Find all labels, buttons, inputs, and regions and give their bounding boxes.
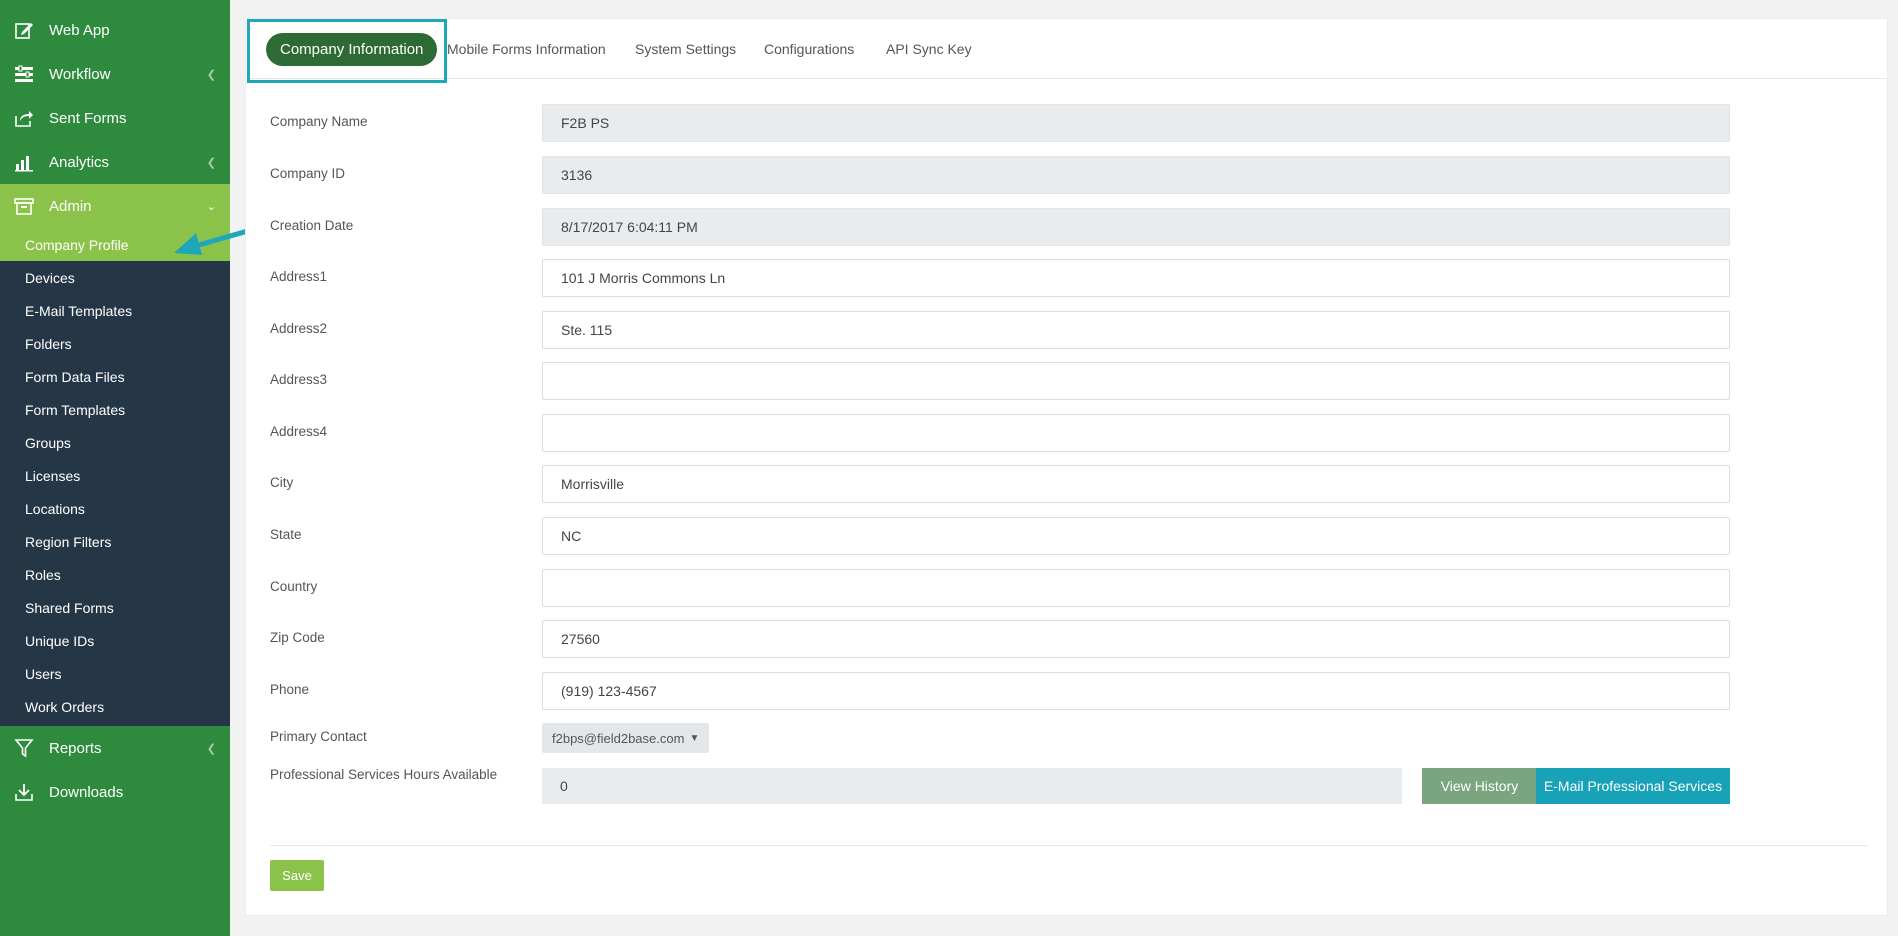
- sidebar-item-devices[interactable]: Devices: [0, 261, 230, 294]
- nav-label: Downloads: [49, 783, 124, 801]
- filter-icon: [14, 738, 34, 758]
- nav-downloads[interactable]: Downloads: [0, 770, 230, 814]
- dropdown-value: f2bps@field2base.com: [552, 730, 685, 746]
- nav-workflow[interactable]: Workflow ❮: [0, 52, 230, 96]
- nav-reports[interactable]: Reports ❮: [0, 726, 230, 770]
- nav-label: Sent Forms: [49, 109, 127, 127]
- chevron-left-icon: ❮: [206, 68, 216, 81]
- country-input[interactable]: [542, 569, 1730, 607]
- field-label: Company ID: [270, 166, 346, 181]
- primary-contact-dropdown[interactable]: f2bps@field2base.com ▼: [542, 723, 710, 753]
- view-history-button[interactable]: View History: [1422, 768, 1537, 804]
- sidebar-item-work-orders[interactable]: Work Orders: [0, 690, 230, 723]
- nav-label: Admin: [49, 197, 92, 215]
- chevron-left-icon: ❮: [206, 156, 216, 169]
- archive-icon: [14, 196, 34, 216]
- sidebar-item-folders[interactable]: Folders: [0, 327, 230, 360]
- edit-icon: [14, 20, 34, 40]
- download-icon: [14, 782, 34, 802]
- chevron-left-icon: ❮: [206, 742, 216, 755]
- tab-configurations[interactable]: Configurations: [764, 41, 854, 57]
- ps-hours-row: Professional Services Hours Available 0 …: [270, 767, 1850, 804]
- sidebar-item-locations[interactable]: Locations: [0, 492, 230, 525]
- email-professional-services-button[interactable]: E-Mail Professional Services: [1536, 768, 1730, 804]
- admin-submenu: Company Profile Devices E-Mail Templates…: [0, 228, 230, 726]
- sidebar-item-unique-ids[interactable]: Unique IDs: [0, 624, 230, 657]
- sidebar-item-users[interactable]: Users: [0, 657, 230, 690]
- save-button[interactable]: Save: [270, 860, 324, 891]
- field-label: Phone: [270, 682, 310, 697]
- field-label: Address4: [270, 424, 328, 439]
- tab-system-settings[interactable]: System Settings: [635, 41, 736, 57]
- workflow-icon: [14, 64, 34, 84]
- zip-input[interactable]: 27560: [542, 620, 1730, 658]
- company-id-field: 3136: [542, 156, 1730, 194]
- sidebar-item-form-data-files[interactable]: Form Data Files: [0, 360, 230, 393]
- address3-input[interactable]: [542, 362, 1730, 400]
- share-icon: [14, 108, 34, 128]
- tab-api-sync-key[interactable]: API Sync Key: [886, 41, 972, 57]
- sidebar-item-email-templates[interactable]: E-Mail Templates: [0, 294, 230, 327]
- bar-chart-icon: [14, 152, 34, 172]
- address4-input[interactable]: [542, 414, 1730, 452]
- field-label: Professional Services Hours Available: [270, 767, 498, 782]
- phone-input[interactable]: (919) 123-4567: [542, 672, 1730, 710]
- tab-mobile-forms-information[interactable]: Mobile Forms Information: [447, 41, 606, 57]
- nav-label: Reports: [49, 739, 102, 757]
- sidebar-item-shared-forms[interactable]: Shared Forms: [0, 591, 230, 624]
- field-label: Company Name: [270, 114, 368, 129]
- sidebar-item-licenses[interactable]: Licenses: [0, 459, 230, 492]
- sidebar-item-groups[interactable]: Groups: [0, 426, 230, 459]
- company-name-field: F2B PS: [542, 104, 1730, 142]
- sidebar-item-region-filters[interactable]: Region Filters: [0, 525, 230, 558]
- field-label: Address3: [270, 372, 328, 387]
- ps-hours-field: 0: [542, 768, 1402, 804]
- field-label: Zip Code: [270, 630, 325, 645]
- field-label: State: [270, 527, 302, 542]
- city-input[interactable]: Morrisville: [542, 465, 1730, 503]
- highlight-box: [247, 19, 447, 83]
- tab-bar: Company Information Mobile Forms Informa…: [246, 19, 1887, 83]
- nav-label: Analytics: [49, 153, 110, 171]
- nav-sent-forms[interactable]: Sent Forms: [0, 96, 230, 140]
- address2-input[interactable]: Ste. 115: [542, 311, 1730, 349]
- caret-down-icon: ▼: [689, 732, 700, 744]
- state-input[interactable]: NC: [542, 517, 1730, 555]
- nav-web-app[interactable]: Web App: [0, 8, 230, 52]
- field-label: Address1: [270, 269, 328, 284]
- divider: [270, 845, 1867, 846]
- company-profile-card: Company Information Mobile Forms Informa…: [245, 18, 1888, 916]
- field-label: City: [270, 475, 294, 490]
- field-label: Creation Date: [270, 218, 354, 233]
- nav-analytics[interactable]: Analytics ❮: [0, 140, 230, 184]
- field-label: Address2: [270, 321, 328, 336]
- nav-label: Workflow: [49, 65, 111, 83]
- field-label: Primary Contact: [270, 729, 367, 744]
- sidebar: Web App Workflow ❮ Sent Forms Analytics …: [0, 0, 230, 936]
- address1-input[interactable]: 101 J Morris Commons Ln: [542, 259, 1730, 297]
- sidebar-item-roles[interactable]: Roles: [0, 558, 230, 591]
- field-label: Country: [270, 579, 318, 594]
- primary-contact-row: Primary Contact f2bps@field2base.com ▼: [270, 723, 1850, 753]
- sidebar-item-form-templates[interactable]: Form Templates: [0, 393, 230, 426]
- nav-label: Web App: [49, 21, 110, 39]
- creation-date-field: 8/17/2017 6:04:11 PM: [542, 208, 1730, 246]
